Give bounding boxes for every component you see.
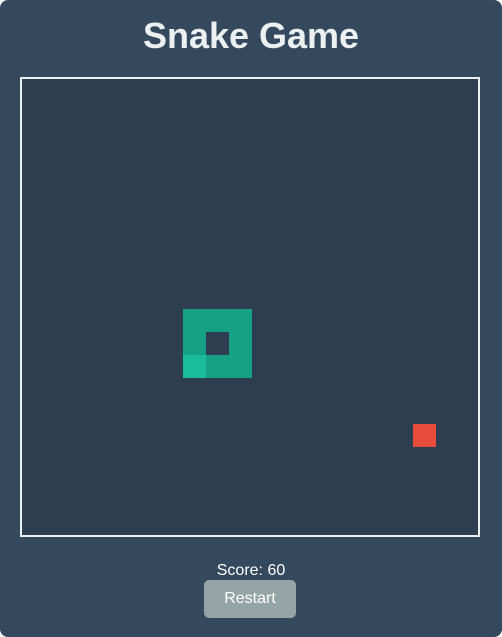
snake-body-segment bbox=[229, 332, 252, 355]
food-pellet bbox=[413, 424, 436, 447]
snake-body-segment bbox=[206, 355, 229, 378]
game-board[interactable] bbox=[20, 77, 480, 537]
snake-body-segment bbox=[229, 355, 252, 378]
game-window: Snake Game Score: 60 Restart bbox=[0, 0, 502, 637]
snake-body-segment bbox=[206, 309, 229, 332]
page-title: Snake Game bbox=[142, 15, 360, 56]
snake-body-segment bbox=[183, 309, 206, 332]
snake-body-segment bbox=[229, 309, 252, 332]
score-display: Score: 60 bbox=[216, 562, 286, 579]
snake-body-segment bbox=[183, 332, 206, 355]
restart-button[interactable]: Restart bbox=[204, 580, 296, 618]
snake-head bbox=[183, 355, 206, 378]
